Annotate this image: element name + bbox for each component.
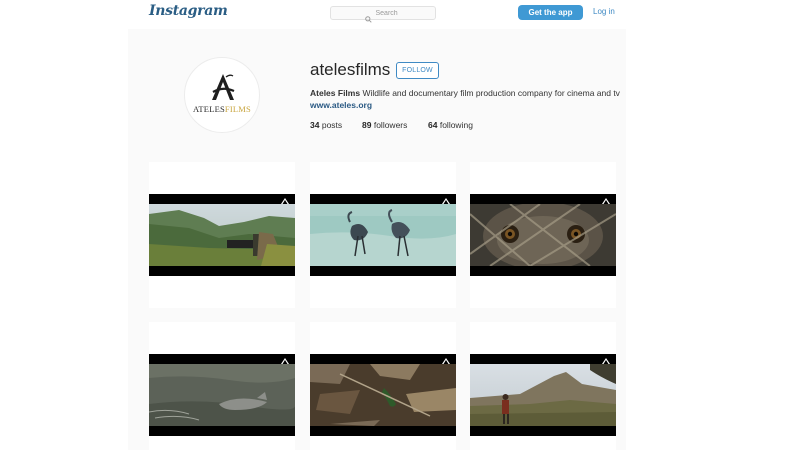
post-image — [149, 194, 295, 276]
profile-full-name: Ateles Films — [310, 88, 361, 98]
profile-bio: Ateles Films Wildlife and documentary fi… — [310, 88, 620, 98]
post-thumbnail[interactable] — [470, 162, 616, 308]
profile-bio-text: Wildlife and documentary film production… — [362, 88, 620, 98]
search-box[interactable] — [330, 6, 436, 23]
login-link[interactable]: Log in — [593, 7, 615, 16]
post-thumbnail[interactable] — [149, 322, 295, 450]
watermark-icon — [281, 198, 289, 204]
post-thumbnail[interactable] — [470, 322, 616, 450]
post-image — [149, 354, 295, 436]
top-bar: Instagram Get the app Log in — [0, 0, 800, 26]
post-thumbnail[interactable] — [310, 162, 456, 308]
avatar-brand-text: ATELESFILMS — [193, 104, 251, 114]
post-thumbnail[interactable] — [149, 162, 295, 308]
post-image — [310, 194, 456, 276]
search-input[interactable] — [375, 9, 402, 17]
watermark-icon — [602, 198, 610, 204]
profile-website-link[interactable]: www.ateles.org — [310, 100, 372, 110]
search-icon — [364, 10, 372, 23]
watermark-icon — [281, 358, 289, 364]
follow-button[interactable]: FOLLOW — [396, 62, 439, 79]
stat-followers: 89 followers — [362, 120, 408, 130]
post-image — [310, 354, 456, 436]
get-the-app-button[interactable]: Get the app — [518, 5, 583, 20]
post-image — [470, 194, 616, 276]
ateles-logo-icon — [212, 74, 235, 100]
post-image — [470, 354, 616, 436]
instagram-logo[interactable]: Instagram — [149, 3, 228, 19]
watermark-icon — [602, 358, 610, 364]
profile-username: atelesfilms — [310, 60, 391, 79]
watermark-icon — [442, 198, 450, 204]
watermark-icon — [442, 358, 450, 364]
post-thumbnail[interactable] — [310, 322, 456, 450]
avatar: ATELESFILMS — [184, 57, 260, 133]
stat-posts: 34 posts — [310, 120, 343, 130]
stat-following: 64 following — [428, 120, 473, 130]
